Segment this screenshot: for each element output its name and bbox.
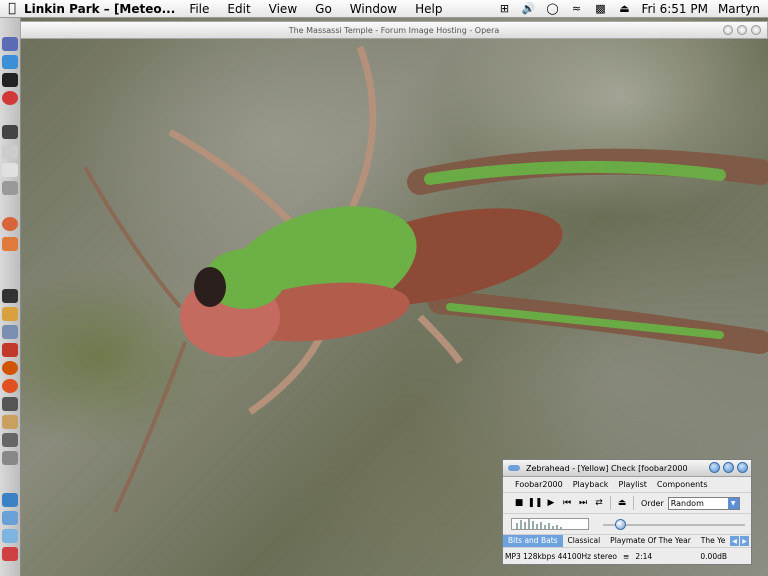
app-icon-12[interactable] (2, 307, 18, 321)
status-format: MP3 128kbps 44100Hz stereo (505, 551, 618, 561)
opera-icon[interactable] (2, 91, 18, 105)
previous-icon[interactable]: ⏮ (559, 496, 575, 510)
app-icon-24[interactable] (2, 547, 18, 561)
apple-menu-icon[interactable]:  (0, 1, 24, 16)
opera-zoom-button[interactable] (737, 25, 747, 35)
app-icon-8[interactable] (2, 181, 18, 195)
eject-icon[interactable]: ⏏ (614, 496, 630, 510)
app-icon-10[interactable] (2, 237, 18, 251)
app-icon-21[interactable] (2, 493, 18, 507)
app-icon-11[interactable] (2, 289, 18, 303)
eject-icon[interactable]: ⏏ (617, 2, 631, 15)
app-icon-16[interactable] (2, 379, 18, 393)
next-icon[interactable]: ⏭ (575, 496, 591, 510)
app-icon-22[interactable] (2, 511, 18, 525)
foobar-status-bar: MP3 128kbps 44100Hz stereo ≡ 2:14 0.00dB (503, 547, 751, 564)
chevron-down-icon[interactable]: ▼ (727, 497, 739, 509)
volume-icon[interactable]: 🔊 (521, 2, 536, 15)
random-icon[interactable]: ⇄ (591, 496, 607, 510)
foobar-window[interactable]: Zebrahead - [Yellow] Check [foobar2000 F… (502, 459, 752, 565)
firefox-icon[interactable] (2, 217, 18, 231)
order-dropdown[interactable]: Random ▼ (667, 496, 740, 510)
app-icon-17[interactable] (2, 397, 18, 411)
display-icon[interactable]: ▩ (593, 2, 607, 15)
foobar-title: Zebrahead - [Yellow] Check [foobar2000 (526, 463, 688, 473)
playlist-tabs: Bits and Bats Classical Playmate Of The … (503, 534, 751, 547)
menu-playlist[interactable]: Playlist (618, 480, 646, 489)
menu-file[interactable]: File (189, 2, 209, 16)
foobar-minimize-button[interactable] (709, 462, 720, 473)
tab-scroll-left-icon[interactable]: ◀ (730, 536, 739, 546)
opera-window-titlebar[interactable]: The Massassi Temple - Forum Image Hostin… (20, 21, 768, 39)
app-icon-7[interactable] (2, 163, 18, 177)
menu-go[interactable]: Go (315, 2, 332, 16)
tab-scroll-right-icon[interactable]: ▶ (740, 536, 749, 546)
tab-bits-and-bats[interactable]: Bits and Bats (503, 535, 563, 547)
pause-icon[interactable]: ❚❚ (527, 496, 543, 510)
toolbar-divider (633, 496, 634, 510)
opera-close-button[interactable] (751, 25, 761, 35)
seek-handle[interactable] (615, 519, 627, 530)
menubar:  Linkin Park – [Meteo... File Edit View… (0, 0, 768, 18)
app-icon-18[interactable] (2, 415, 18, 429)
app-icon-6[interactable] (2, 145, 18, 159)
order-label: Order (641, 498, 664, 508)
foobar-close-button[interactable] (737, 462, 748, 473)
tab-playmate-of-the-year[interactable]: Playmate Of The Year (605, 535, 696, 547)
tab-the-ye[interactable]: The Ye (696, 535, 731, 547)
wifi-icon[interactable]: ≈ (569, 2, 583, 15)
menu-playback[interactable]: Playback (573, 480, 609, 489)
foobar-zoom-button[interactable] (723, 462, 734, 473)
menu-components[interactable]: Components (657, 480, 708, 489)
foobar-titlebar[interactable]: Zebrahead - [Yellow] Check [foobar2000 (503, 460, 751, 477)
tab-classical[interactable]: Classical (563, 535, 606, 547)
order-value: Random (670, 498, 704, 508)
toolbar-divider (610, 496, 611, 510)
menu-app-title[interactable]: Linkin Park – [Meteo... (24, 2, 175, 16)
menubar-user[interactable]: Martyn (718, 2, 760, 16)
status-divider-icon: ≡ (623, 551, 630, 561)
toolbar-toggle-icon[interactable] (508, 465, 520, 471)
app-icon-23[interactable] (2, 529, 18, 543)
menu-edit[interactable]: Edit (227, 2, 250, 16)
app-icon-15[interactable] (2, 361, 18, 375)
app-icon-20[interactable] (2, 451, 18, 465)
plus-box-icon[interactable]: ⊞ (497, 2, 511, 15)
play-icon[interactable]: ▶ (543, 496, 559, 510)
opera-window-title: The Massassi Temple - Forum Image Hostin… (288, 25, 500, 35)
spectrum-visualizer (511, 518, 589, 530)
menu-help[interactable]: Help (415, 2, 442, 16)
menu-view[interactable]: View (269, 2, 297, 16)
menubar-clock[interactable]: Fri 6:51 PM (641, 2, 707, 16)
foobar-toolbar: ■ ❚❚ ▶ ⏮ ⏭ ⇄ ⏏ Order Random ▼ (503, 492, 751, 513)
chat-icon[interactable]: ◯ (545, 2, 559, 15)
status-volume: 0.00dB (700, 551, 727, 561)
app-icon-14[interactable] (2, 343, 18, 357)
app-icon-19[interactable] (2, 433, 18, 447)
stop-icon[interactable]: ■ (511, 496, 527, 510)
dock (0, 17, 21, 576)
menu-window[interactable]: Window (350, 2, 397, 16)
finder-icon[interactable] (2, 37, 18, 51)
terminal-icon[interactable] (2, 73, 18, 87)
app-icon-13[interactable] (2, 325, 18, 339)
app-icon-5[interactable] (2, 125, 18, 139)
menu-foobar2000[interactable]: Foobar2000 (515, 480, 563, 489)
status-time: 2:14 (635, 551, 653, 561)
foobar-seek-row (503, 513, 751, 534)
browser-icon[interactable] (2, 55, 18, 69)
opera-minimize-button[interactable] (723, 25, 733, 35)
foobar-menu: Foobar2000 Playback Playlist Components (503, 477, 751, 492)
